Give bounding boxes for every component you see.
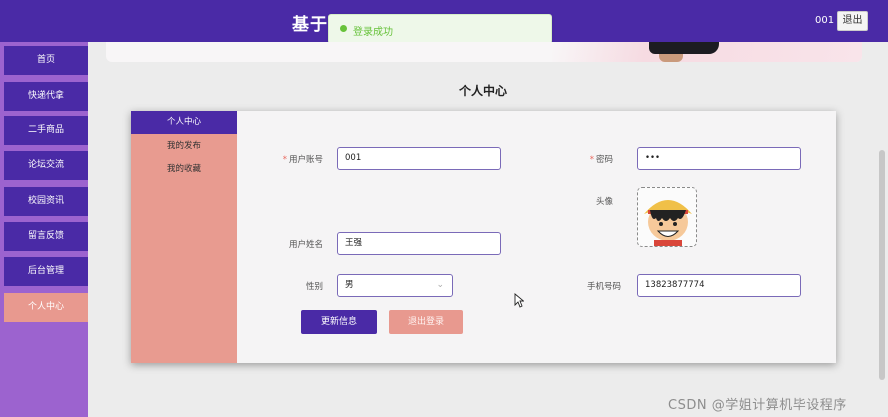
- account-field[interactable]: 001: [337, 147, 501, 170]
- profile-menu-my-posts[interactable]: 我的发布: [131, 135, 237, 158]
- watermark: CSDN @学姐计算机毕设程序: [668, 398, 847, 413]
- chevron-down-icon: ⌄: [436, 280, 444, 290]
- name-label: 用户姓名: [288, 240, 323, 250]
- avatar: [644, 200, 692, 246]
- sidebar-item-secondhand[interactable]: 二手商品: [4, 116, 88, 145]
- sidebar-item-profile[interactable]: 个人中心: [4, 293, 88, 322]
- password-field[interactable]: •••: [637, 147, 801, 170]
- mouse-cursor-icon: [514, 293, 524, 308]
- sidebar-item-forum[interactable]: 论坛交流: [4, 151, 88, 180]
- profile-menu-center[interactable]: 个人中心: [131, 111, 237, 134]
- sidebar-item-admin[interactable]: 后台管理: [4, 257, 88, 286]
- banner-figure: [649, 42, 719, 54]
- gender-label: 性别: [305, 282, 323, 292]
- phone-label: 手机号码: [586, 282, 621, 292]
- signout-button[interactable]: 退出登录: [389, 310, 463, 334]
- phone-field[interactable]: 13823877774: [637, 274, 801, 297]
- update-info-button[interactable]: 更新信息: [301, 310, 377, 334]
- sidebar-item-home[interactable]: 首页: [4, 46, 88, 75]
- toast-message: 登录成功: [353, 27, 393, 38]
- banner-carousel: [106, 42, 862, 62]
- avatar-upload[interactable]: [637, 187, 697, 247]
- page-scrollbar[interactable]: [879, 150, 885, 380]
- avatar-label: 头像: [595, 197, 613, 207]
- profile-card: 个人中心 我的发布 我的收藏 * 用户账号 001 * 密码 ••• 头像 用户姓名…: [131, 111, 836, 363]
- success-toast: 登录成功: [328, 14, 552, 44]
- logout-button[interactable]: 退出: [837, 11, 868, 31]
- gender-select[interactable]: 男 ⌄: [337, 274, 453, 297]
- name-field[interactable]: 王强: [337, 232, 501, 255]
- profile-menu-favorites[interactable]: 我的收藏: [131, 158, 237, 181]
- success-dot-icon: [340, 25, 347, 32]
- gender-value: 男: [345, 280, 354, 290]
- password-label: * 密码: [589, 155, 613, 165]
- current-username: 001: [815, 15, 835, 26]
- account-label: * 用户账号: [282, 155, 323, 165]
- profile-menu: 个人中心 我的发布 我的收藏: [131, 111, 237, 363]
- page-title: 个人中心: [458, 84, 507, 98]
- sidebar-item-feedback[interactable]: 留言反馈: [4, 222, 88, 251]
- sidebar-item-news[interactable]: 校园资讯: [4, 187, 88, 216]
- site-title: 基于: [292, 15, 328, 35]
